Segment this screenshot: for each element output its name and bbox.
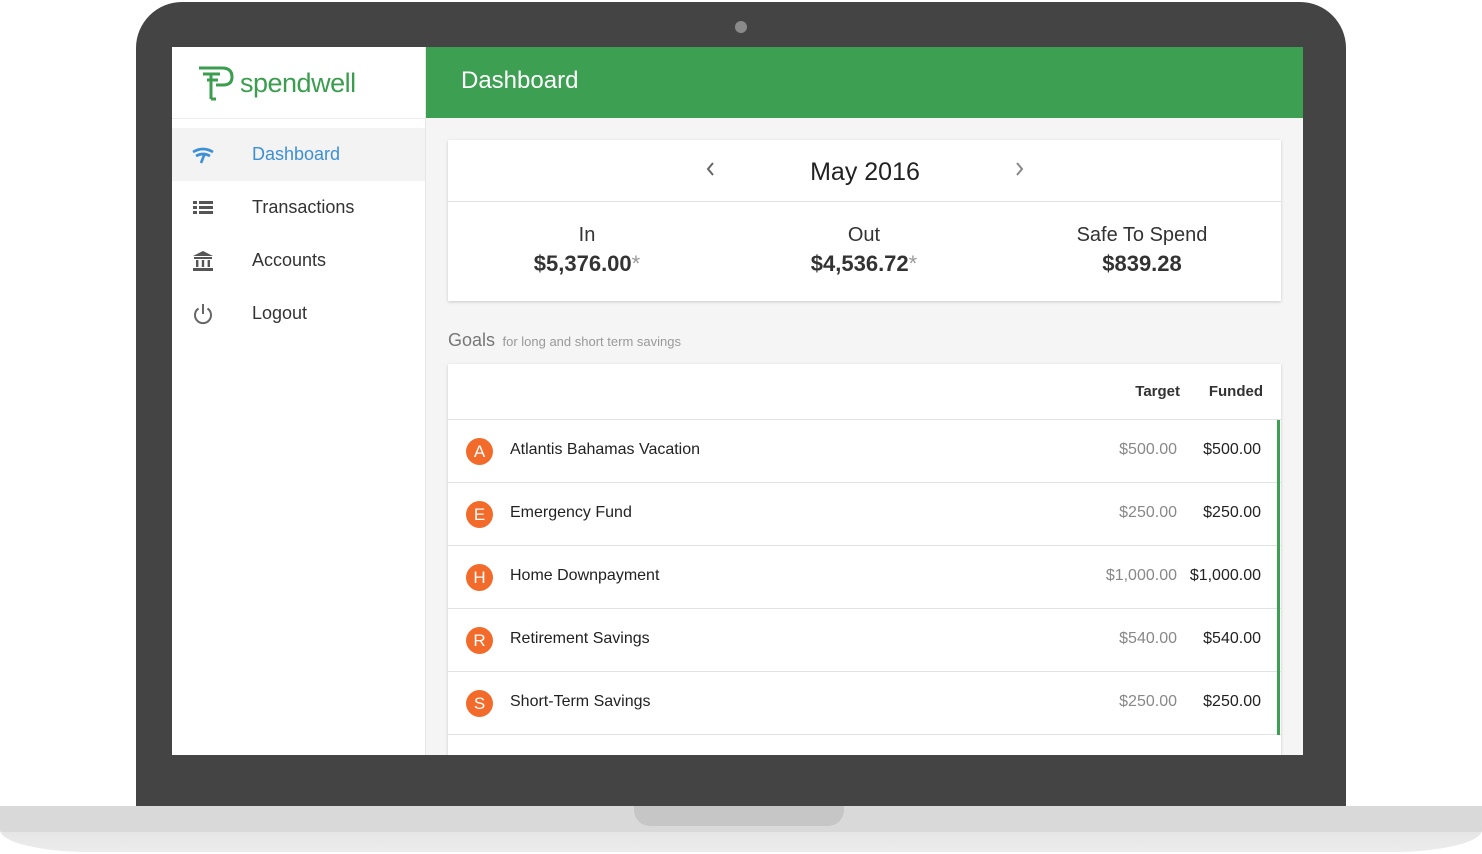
logo[interactable]: spendwell: [196, 61, 356, 105]
stat-out: Out $4,536.72*: [744, 224, 984, 277]
column-header-funded: Funded: [1208, 383, 1263, 400]
goal-name: Atlantis Bahamas Vacation: [510, 441, 701, 458]
goal-row[interactable]: H Home Downpayment $1,000.00 $1,000.00: [448, 546, 1281, 609]
page-title: Dashboard: [461, 67, 579, 94]
stat-safe-value: $839.28: [1102, 251, 1182, 276]
laptop-notch: [634, 806, 844, 826]
funded-indicator: [1277, 672, 1280, 735]
sidebar-item-label: Logout: [252, 303, 308, 323]
goal-avatar: R: [466, 627, 493, 654]
sidebar: spendwell Dashboard Transactions Account…: [172, 47, 426, 755]
month-selector: May 2016: [448, 140, 1281, 202]
chevron-right-icon[interactable]: [1008, 158, 1030, 180]
month-label: May 2016: [810, 158, 920, 186]
stat-in-asterisk: *: [631, 251, 641, 276]
sidebar-item-label: Dashboard: [252, 144, 341, 164]
goals-table-header: Target Funded: [448, 364, 1281, 420]
goal-target: $250.00: [1119, 504, 1177, 521]
goal-target: $250.00: [1119, 693, 1177, 710]
funded-indicator: [1277, 420, 1280, 483]
goal-avatar: A: [466, 438, 493, 465]
goal-name: Retirement Savings: [510, 630, 650, 647]
goal-funded: $250.00: [1203, 504, 1261, 521]
goal-target: $540.00: [1119, 630, 1177, 647]
goal-funded: $540.00: [1203, 630, 1261, 647]
stat-out-value-row: $4,536.72*: [744, 251, 984, 277]
stat-in-label: In: [578, 224, 596, 246]
spendwell-logo-icon: [199, 66, 234, 101]
goal-avatar: H: [466, 564, 493, 591]
power-icon: [194, 304, 212, 325]
goals-subtitle: for long and short term savings: [502, 334, 681, 349]
funded-indicator: [1277, 609, 1280, 672]
goal-target: $1,000.00: [1105, 567, 1177, 584]
summary-card: May 2016 In $5,376.00* Out $4,536.72* Sa…: [448, 140, 1281, 301]
stat-in-value: $5,376.00: [533, 251, 632, 276]
column-header-target: Target: [1135, 383, 1180, 400]
goal-funded: $500.00: [1203, 441, 1261, 458]
goals-table: Target Funded A Atlantis Bahamas Vacatio…: [448, 364, 1281, 755]
sidebar-item-label: Accounts: [252, 250, 327, 270]
goal-row[interactable]: E Emergency Fund $250.00 $250.00: [448, 483, 1281, 546]
funded-indicator: [1277, 546, 1280, 609]
stat-in-value-row: $5,376.00*: [467, 251, 707, 277]
stat-out-value: $4,536.72: [810, 251, 909, 276]
stat-out-asterisk: *: [908, 251, 918, 276]
list-icon: [193, 201, 213, 214]
dashboard-icon: [192, 147, 214, 164]
goal-row[interactable]: R Retirement Savings $540.00 $540.00: [448, 609, 1281, 672]
goal-name: Short-Term Savings: [510, 693, 651, 710]
bank-icon: [193, 251, 213, 271]
chevron-left-icon[interactable]: [700, 158, 722, 180]
sidebar-item-logout[interactable]: Logout: [172, 287, 425, 340]
sidebar-nav: Dashboard Transactions Accounts Logout: [172, 128, 425, 340]
goal-avatar: E: [466, 501, 493, 528]
sidebar-item-transactions[interactable]: Transactions: [172, 181, 425, 234]
sidebar-item-label: Transactions: [252, 197, 355, 217]
stat-out-label: Out: [847, 224, 881, 246]
goal-row[interactable]: S Short-Term Savings $250.00 $250.00: [448, 672, 1281, 735]
camera: [735, 21, 747, 33]
goals-title: Goals: [448, 330, 496, 350]
sidebar-divider: [172, 118, 426, 119]
goal-row[interactable]: A Atlantis Bahamas Vacation $500.00 $500…: [448, 420, 1281, 483]
app-screen: spendwell Dashboard Transactions Account…: [172, 47, 1303, 755]
stat-safe-to-spend: Safe To Spend $839.28: [1022, 224, 1262, 277]
goal-funded: $1,000.00: [1189, 567, 1261, 584]
goal-name: Home Downpayment: [510, 567, 660, 584]
sidebar-item-dashboard[interactable]: Dashboard: [172, 128, 425, 181]
goal-name: Emergency Fund: [510, 504, 632, 521]
stat-in: In $5,376.00*: [467, 224, 707, 277]
logo-text: spendwell: [240, 67, 356, 98]
goal-funded: $250.00: [1203, 693, 1261, 710]
funded-indicator: [1277, 483, 1280, 546]
page-header: Dashboard: [426, 47, 1303, 118]
goal-target: $500.00: [1119, 441, 1177, 458]
goal-avatar: S: [466, 690, 493, 717]
goals-heading: Goals for long and short term savings: [448, 330, 681, 351]
stat-safe-label: Safe To Spend: [1076, 224, 1208, 246]
sidebar-item-accounts[interactable]: Accounts: [172, 234, 425, 287]
